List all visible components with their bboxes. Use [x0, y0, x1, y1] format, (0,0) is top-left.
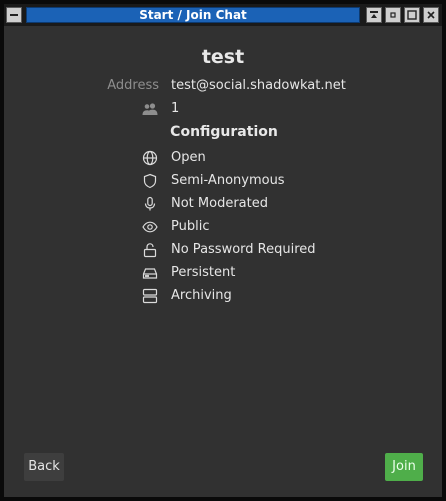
start-join-chat-window: Start / Join Chat test Address test@soci… — [0, 0, 446, 501]
back-button[interactable]: Back — [24, 453, 64, 481]
config-item-label: Archiving — [171, 288, 232, 303]
dash-icon — [10, 14, 18, 16]
eye-icon — [142, 219, 158, 235]
config-item-open: Open — [4, 148, 442, 168]
users-icon — [142, 101, 158, 117]
minimize-button[interactable] — [385, 7, 401, 23]
chat-info-panel: test Address test@social.shadowkat.net 1… — [4, 26, 442, 497]
maximize-button[interactable] — [404, 7, 420, 23]
hard-drive-icon — [142, 265, 158, 281]
config-item-label: Not Moderated — [171, 196, 268, 211]
address-label: Address — [107, 78, 159, 93]
maximize-icon — [407, 10, 417, 20]
occupants-row: 1 — [4, 99, 442, 119]
close-button[interactable] — [423, 7, 439, 23]
config-item-persistent: Persistent — [4, 263, 442, 283]
window-menu-button[interactable] — [6, 7, 22, 23]
config-item-archiving: Archiving — [4, 286, 442, 306]
config-item-public: Public — [4, 217, 442, 237]
close-icon — [427, 11, 435, 19]
title-bar: Start / Join Chat — [4, 4, 442, 26]
shade-icon — [370, 11, 378, 18]
configuration-heading: Configuration — [4, 124, 442, 140]
config-item-label: Open — [171, 150, 206, 165]
config-item-label: Persistent — [171, 265, 236, 280]
config-item-no-password: No Password Required — [4, 240, 442, 260]
config-item-label: Public — [171, 219, 210, 234]
join-button[interactable]: Join — [385, 453, 423, 481]
microphone-icon — [142, 196, 158, 212]
unlock-icon — [142, 242, 158, 258]
globe-icon — [142, 150, 158, 166]
minimize-icon — [390, 12, 396, 18]
config-item-not-moderated: Not Moderated — [4, 194, 442, 214]
shield-icon — [142, 173, 158, 189]
occupant-count: 1 — [171, 101, 180, 116]
configuration-heading-text: Configuration — [170, 124, 278, 140]
shade-button[interactable] — [366, 7, 382, 23]
room-name: test — [201, 46, 245, 68]
config-item-label: No Password Required — [171, 242, 316, 257]
address-row: Address test@social.shadowkat.net — [4, 76, 442, 96]
window-title: Start / Join Chat — [26, 7, 360, 23]
config-item-label: Semi-Anonymous — [171, 173, 285, 188]
server-icon — [142, 288, 158, 304]
config-item-semi-anonymous: Semi-Anonymous — [4, 171, 442, 191]
address-value: test@social.shadowkat.net — [171, 78, 346, 93]
